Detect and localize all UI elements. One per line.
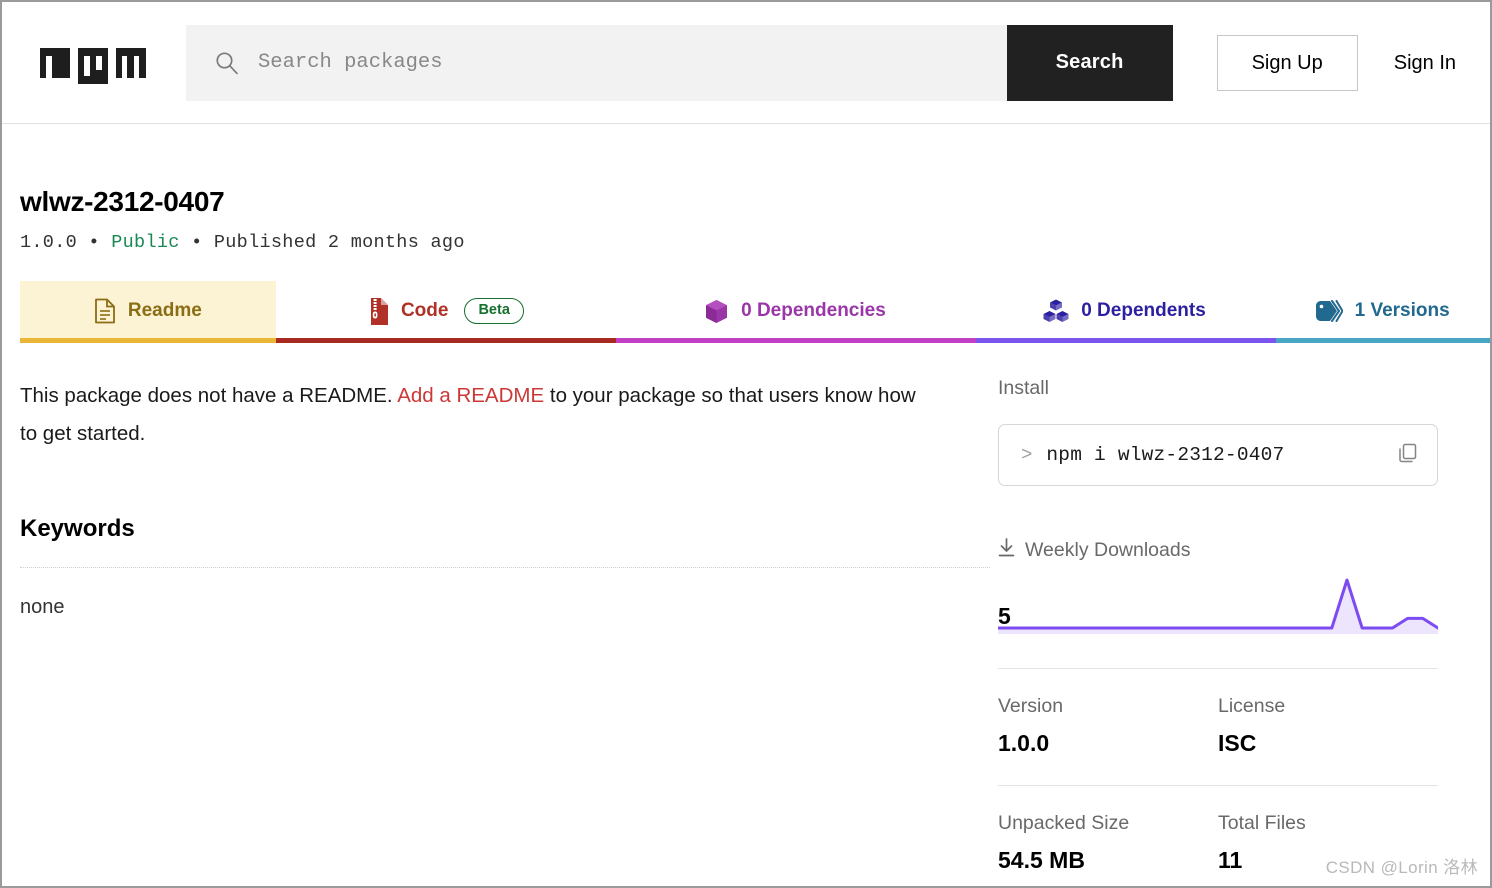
sidebar-divider-1 (998, 668, 1438, 669)
npm-logo[interactable] (40, 42, 146, 84)
version-label: Version (998, 695, 1064, 717)
add-readme-link[interactable]: Add a README (397, 384, 544, 407)
beta-badge: Beta (464, 298, 524, 324)
license-stat: License ISC (1218, 695, 1438, 757)
license-label: License (1218, 695, 1286, 717)
install-label: Install (998, 377, 1049, 399)
main-content: This package does not have a README. Add… (2, 343, 1490, 874)
readme-column: This package does not have a README. Add… (20, 377, 990, 874)
document-icon (94, 298, 116, 324)
underline-dependents (976, 338, 1276, 343)
tab-versions-label: 1 Versions (1354, 300, 1450, 321)
tab-readme[interactable]: Readme (20, 281, 276, 343)
unpacked-size-value: 54.5 MB (998, 847, 1085, 873)
sign-in-link[interactable]: Sign In (1394, 52, 1456, 74)
search-input-container[interactable] (186, 24, 1007, 101)
package-meta: 1.0.0 • Public • Published 2 months ago (20, 232, 1490, 253)
readme-empty-message: This package does not have a README. Add… (20, 377, 925, 453)
meta-separator-1: • (88, 232, 100, 253)
total-files-stat: Total Files 11 (1218, 812, 1438, 874)
package-version: 1.0.0 (20, 232, 78, 253)
tab-dependents[interactable]: 0 Dependents (975, 281, 1275, 343)
keywords-heading: Keywords (20, 514, 135, 542)
search-button[interactable]: Search (1006, 24, 1173, 101)
keywords-value: none (20, 595, 65, 618)
tab-code-label: Code (400, 300, 449, 321)
package-published: Published 2 months ago (213, 232, 465, 253)
downloads-sparkline-chart (998, 576, 1438, 634)
tab-underline-bar (20, 338, 1490, 343)
weekly-downloads-header: Weekly Downloads (998, 538, 1458, 562)
unpacked-size-stat: Unpacked Size 54.5 MB (998, 812, 1218, 874)
total-files-label: Total Files (1218, 812, 1306, 834)
package-visibility: Public (111, 232, 180, 253)
tab-code[interactable]: Code Beta (276, 281, 616, 343)
blocks-icon (1043, 299, 1069, 323)
search-icon (216, 51, 238, 74)
terminal-prompt-icon: > (1021, 444, 1033, 466)
search-bar: Search (186, 24, 1173, 101)
search-input[interactable] (258, 51, 1007, 74)
tab-dependencies-label: 0 Dependencies (741, 300, 886, 321)
readme-text-before: This package does not have a README. (20, 384, 398, 407)
weekly-downloads-label: Weekly Downloads (1025, 538, 1191, 561)
sidebar-divider-2 (998, 785, 1438, 786)
install-command-box[interactable]: > npm i wlwz-2312-0407 (998, 424, 1438, 486)
underline-dependencies (616, 338, 976, 343)
underline-readme (20, 338, 276, 343)
version-stat: Version 1.0.0 (998, 695, 1218, 757)
tab-readme-label: Readme (127, 300, 202, 321)
npm-package-page: Search Sign Up Sign In wlwz-2312-0407 1.… (0, 0, 1492, 888)
tab-dependencies[interactable]: 0 Dependencies (615, 281, 975, 343)
keywords-divider (20, 566, 990, 568)
package-header: wlwz-2312-0407 1.0.0 • Public • Publishe… (2, 124, 1490, 253)
tag-icon (1315, 300, 1343, 322)
unpacked-size-label: Unpacked Size (998, 812, 1130, 834)
copy-icon[interactable] (1397, 442, 1419, 469)
zip-file-icon (367, 297, 389, 325)
underline-code (276, 338, 616, 343)
version-value: 1.0.0 (998, 730, 1050, 756)
size-files-row: Unpacked Size 54.5 MB Total Files 11 (998, 812, 1438, 874)
tab-dependents-label: 0 Dependents (1081, 300, 1206, 321)
tab-versions[interactable]: 1 Versions (1274, 281, 1490, 343)
underline-versions (1276, 338, 1490, 343)
total-files-value: 11 (1218, 847, 1243, 873)
page-title: wlwz-2312-0407 (20, 186, 225, 217)
weekly-downloads-row: 5 (998, 576, 1438, 634)
package-icon (704, 299, 729, 324)
version-license-row: Version 1.0.0 License ISC (998, 695, 1438, 757)
download-icon (998, 538, 1015, 562)
sign-up-button[interactable]: Sign Up (1216, 34, 1358, 91)
site-header: Search Sign Up Sign In (2, 2, 1490, 124)
package-sidebar: Install > npm i wlwz-2312-0407 Weekly Do… (988, 377, 1458, 874)
meta-separator-2: • (191, 232, 203, 253)
install-command-text: npm i wlwz-2312-0407 (1046, 444, 1285, 466)
package-tabs: Readme Code Beta 0 Dependencies 0 Depend… (2, 281, 1490, 343)
auth-actions: Sign Up Sign In (1216, 34, 1456, 91)
license-value: ISC (1218, 730, 1257, 756)
